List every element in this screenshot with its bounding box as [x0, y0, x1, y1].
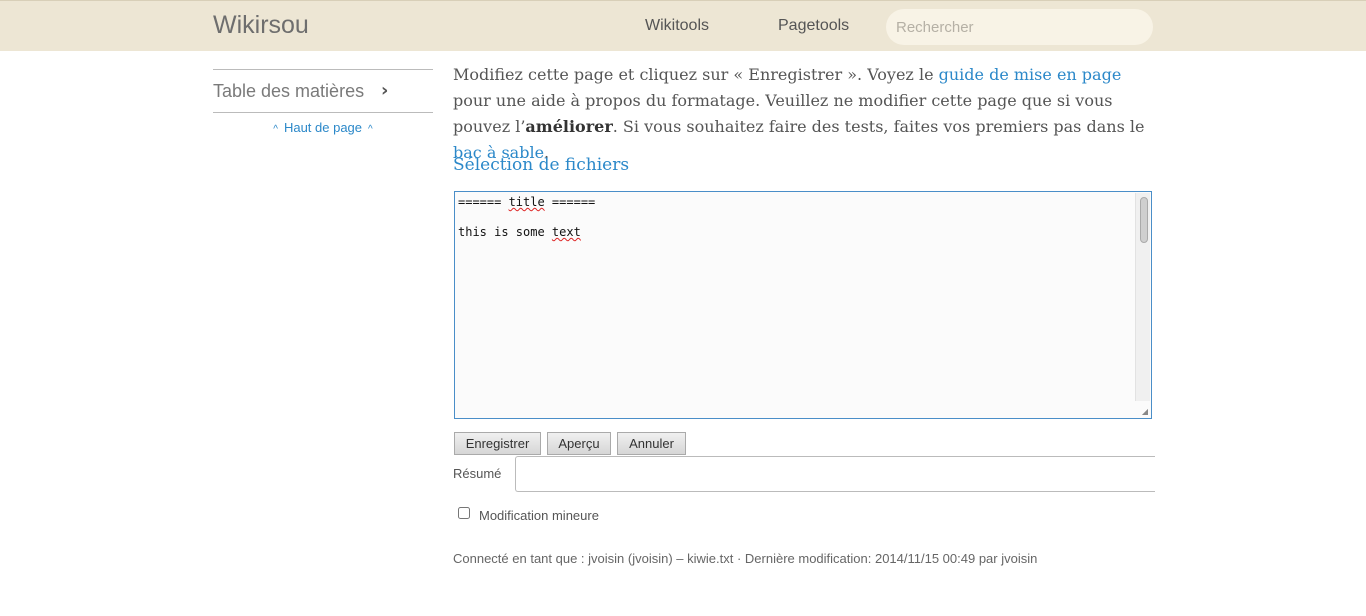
summary-label: Résumé [453, 466, 502, 481]
nav-pagetools[interactable]: Pagetools [778, 17, 849, 35]
intro-text: . Si vous souhaitez faire des tests, fai… [612, 117, 1145, 136]
editor-content[interactable]: ====== title ====== this is some text [458, 195, 595, 240]
intro-bold-text: améliorer [525, 117, 613, 136]
back-to-top-link[interactable]: ^ Haut de page ^ [213, 120, 433, 135]
back-to-top-label: Haut de page [283, 120, 363, 135]
top-bar: Wikirsou Wikitools Pagetools [0, 0, 1366, 51]
misspelled-word: title [508, 195, 545, 209]
editor-text: this is some [458, 225, 552, 239]
wiki-text-editor[interactable]: ====== title ====== this is some text ◢ [454, 191, 1152, 419]
editor-text: ====== [458, 195, 509, 209]
preview-button[interactable]: Aperçu [547, 432, 611, 455]
file-selection-link[interactable]: Sélection de fichiers [453, 155, 629, 175]
minor-edit-checkbox[interactable] [458, 507, 470, 519]
misspelled-word: text [551, 225, 581, 239]
edit-intro-text: Modifiez cette page et cliquez sur « Enr… [453, 62, 1153, 166]
save-button[interactable]: Enregistrer [454, 432, 541, 455]
editor-text: ====== [544, 195, 596, 209]
chevron-right-icon: › [381, 80, 389, 101]
caret-up-icon: ^ [273, 124, 278, 135]
summary-input[interactable] [515, 456, 1155, 492]
formatting-guide-link[interactable]: guide de mise en page [939, 65, 1122, 84]
editor-scrollbar-thumb[interactable] [1140, 197, 1148, 243]
site-title[interactable]: Wikirsou [213, 11, 309, 40]
nav-wikitools[interactable]: Wikitools [645, 17, 709, 35]
search-input[interactable] [886, 9, 1153, 45]
resize-grip-icon[interactable]: ◢ [1142, 407, 1148, 416]
minor-edit-label[interactable]: Modification mineure [479, 508, 599, 523]
page-info-footer: Connecté en tant que : jvoisin (jvoisin)… [453, 551, 1038, 566]
table-of-contents-toggle[interactable]: Table des matières › [213, 69, 433, 113]
cancel-button[interactable]: Annuler [617, 432, 686, 455]
caret-up-icon: ^ [368, 124, 373, 135]
intro-text: Modifiez cette page et cliquez sur « Enr… [453, 65, 939, 84]
toc-label: Table des matières [213, 81, 365, 101]
